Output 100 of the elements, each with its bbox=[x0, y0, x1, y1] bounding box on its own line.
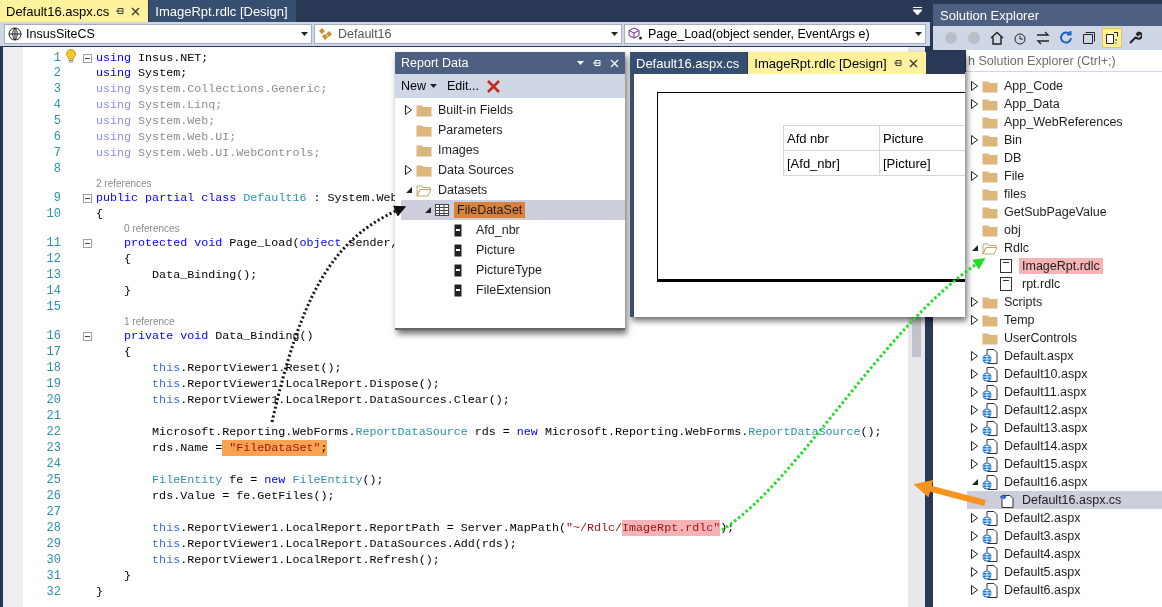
tree-item[interactable]: Default16.aspx bbox=[967, 473, 1162, 491]
line-number: 10 bbox=[45, 207, 61, 221]
editor-tab[interactable]: Default16.aspx.cs bbox=[630, 52, 748, 74]
line-number: 5 bbox=[52, 114, 61, 128]
line-number: 3 bbox=[52, 82, 61, 96]
tree-item[interactable]: UserControls bbox=[967, 329, 1162, 347]
code-line: using System.Web.UI.WebControls; bbox=[96, 146, 321, 160]
panel-title: Report Data bbox=[401, 56, 470, 70]
tree-item[interactable]: Rdlc bbox=[967, 239, 1162, 257]
code-line: { bbox=[123, 252, 132, 266]
tree-item[interactable]: Picture bbox=[401, 240, 625, 260]
tree-item[interactable]: Bin bbox=[967, 131, 1162, 149]
line-number: 18 bbox=[45, 361, 61, 375]
tree-item[interactable]: files bbox=[967, 185, 1162, 203]
tree-item[interactable]: Afd_nbr bbox=[401, 220, 625, 240]
tree-item[interactable]: Default5.aspx bbox=[967, 563, 1162, 581]
code-line: using Insus.NET; bbox=[96, 51, 209, 65]
code-line: using System.Web.UI; bbox=[96, 130, 237, 144]
reference-count[interactable]: 1 reference bbox=[124, 316, 175, 327]
search-field[interactable]: h Solution Explorer (Ctrl+;) bbox=[966, 50, 1162, 72]
table-cell[interactable]: [Afd_nbr] bbox=[784, 151, 880, 176]
line-number: 27 bbox=[45, 505, 61, 519]
new-button[interactable]: New bbox=[399, 79, 439, 93]
line-number: 19 bbox=[45, 377, 61, 391]
tree-item[interactable]: Default14.aspx bbox=[967, 437, 1162, 455]
line-number: 22 bbox=[45, 425, 61, 439]
navigation-dropdown[interactable]: InsusSiteCS bbox=[4, 24, 312, 44]
code-line: Microsoft.Reporting.WebForms.ReportDataSource rds = new Microsoft.Reporting.WebForms.ReportDataSource(); bbox=[151, 425, 882, 439]
tree-item[interactable]: Parameters bbox=[401, 120, 625, 140]
tree-item[interactable]: Default15.aspx bbox=[967, 455, 1162, 473]
code-line: FileEntity fe = new FileEntity(); bbox=[151, 473, 384, 487]
tree-item[interactable]: GetSubPageValue bbox=[967, 203, 1162, 221]
line-number: 4 bbox=[52, 98, 61, 112]
tree-item[interactable]: rpt.rdlc bbox=[967, 275, 1162, 293]
tree-item[interactable]: PictureType bbox=[401, 260, 625, 280]
reference-count[interactable]: 0 references bbox=[124, 223, 180, 234]
line-number: 9 bbox=[52, 191, 61, 205]
code-line: this.ReportViewer1.LocalReport.Dispose(); bbox=[151, 377, 440, 391]
code-line: rds.Value = fe.GetFiles(); bbox=[151, 489, 335, 503]
code-line: using System.Web; bbox=[96, 114, 216, 128]
tree-item[interactable]: Default4.aspx bbox=[967, 545, 1162, 563]
navigation-dropdown[interactable]: Default16 bbox=[314, 24, 622, 44]
line-number: 8 bbox=[52, 162, 61, 176]
code-line: private void Data_Binding() bbox=[123, 329, 314, 343]
tree-item[interactable]: Default13.aspx bbox=[967, 419, 1162, 437]
tree-item[interactable]: obj bbox=[967, 221, 1162, 239]
editor-tab[interactable]: Default16.aspx.cs bbox=[0, 0, 149, 22]
line-number: 2 bbox=[52, 66, 61, 80]
tree-item[interactable]: Default10.aspx bbox=[967, 365, 1162, 383]
code-line: using System.Collections.Generic; bbox=[96, 82, 328, 96]
tree-item[interactable]: Default6.aspx bbox=[967, 581, 1162, 599]
tree-item[interactable]: Default3.aspx bbox=[967, 527, 1162, 545]
tree-item[interactable]: Temp bbox=[967, 311, 1162, 329]
line-number: 29 bbox=[45, 537, 61, 551]
tree-item[interactable]: App_Data bbox=[967, 95, 1162, 113]
tree-item[interactable]: Default11.aspx bbox=[967, 383, 1162, 401]
table-cell[interactable]: [Picture] bbox=[880, 151, 965, 176]
line-number: 30 bbox=[45, 553, 61, 567]
tree-item[interactable]: App_WebReferences bbox=[967, 113, 1162, 131]
line-number: 21 bbox=[45, 409, 61, 423]
table-header-cell[interactable]: Afd nbr bbox=[784, 126, 880, 151]
code-line: using System.Linq; bbox=[96, 98, 223, 112]
code-line: protected void Page_Load(object sender, bbox=[123, 236, 398, 250]
code-line: } bbox=[123, 569, 132, 583]
tree-item[interactable]: DB bbox=[967, 149, 1162, 167]
editor-tab[interactable]: ImageRpt.rdlc [Design] bbox=[748, 52, 926, 74]
line-number: 26 bbox=[45, 489, 61, 503]
tree-item[interactable]: Built-in Fields bbox=[401, 100, 625, 120]
code-line: Data_Binding(); bbox=[151, 268, 258, 282]
line-number: 24 bbox=[45, 457, 61, 471]
tree-item[interactable]: FileDataSet bbox=[401, 200, 625, 220]
line-number: 15 bbox=[45, 300, 61, 314]
tree-item[interactable]: Data Sources bbox=[401, 160, 625, 180]
editor-tab[interactable]: ImageRpt.rdlc [Design] bbox=[149, 0, 296, 22]
table-header-cell[interactable]: Picture bbox=[880, 126, 965, 151]
code-line: using System; bbox=[96, 66, 188, 80]
line-number: 17 bbox=[45, 345, 61, 359]
edit-button[interactable]: Edit... bbox=[445, 79, 481, 93]
line-number: 25 bbox=[45, 473, 61, 487]
line-number: 32 bbox=[45, 585, 61, 599]
code-line: this.ReportViewer1.LocalReport.Refresh(); bbox=[151, 553, 440, 567]
tree-item[interactable]: Default2.aspx bbox=[967, 509, 1162, 527]
reference-count[interactable]: 2 references bbox=[96, 178, 152, 189]
tree-item[interactable]: Scripts bbox=[967, 293, 1162, 311]
panel-title: Solution Explorer bbox=[933, 4, 1162, 26]
line-number: 11 bbox=[45, 236, 61, 250]
code-line: this.ReportViewer1.Reset(); bbox=[151, 361, 342, 375]
tree-item[interactable]: Images bbox=[401, 140, 625, 160]
line-number: 6 bbox=[52, 130, 61, 144]
tree-item[interactable]: Default12.aspx bbox=[967, 401, 1162, 419]
code-line: { bbox=[123, 345, 132, 359]
tree-item[interactable]: FileExtension bbox=[401, 280, 625, 300]
tree-item[interactable]: File bbox=[967, 167, 1162, 185]
tree-item[interactable]: Default16.aspx.cs bbox=[967, 491, 1162, 509]
tree-item[interactable]: ImageRpt.rdlc bbox=[967, 257, 1162, 275]
tree-item[interactable]: Default.aspx bbox=[967, 347, 1162, 365]
tree-item[interactable]: App_Code bbox=[967, 77, 1162, 95]
tree-item[interactable]: Datasets bbox=[401, 180, 625, 200]
code-line: rds.Name = "FileDataSet"; bbox=[151, 441, 328, 455]
navigation-dropdown[interactable]: Page_Load(object sender, EventArgs e) bbox=[624, 24, 926, 44]
